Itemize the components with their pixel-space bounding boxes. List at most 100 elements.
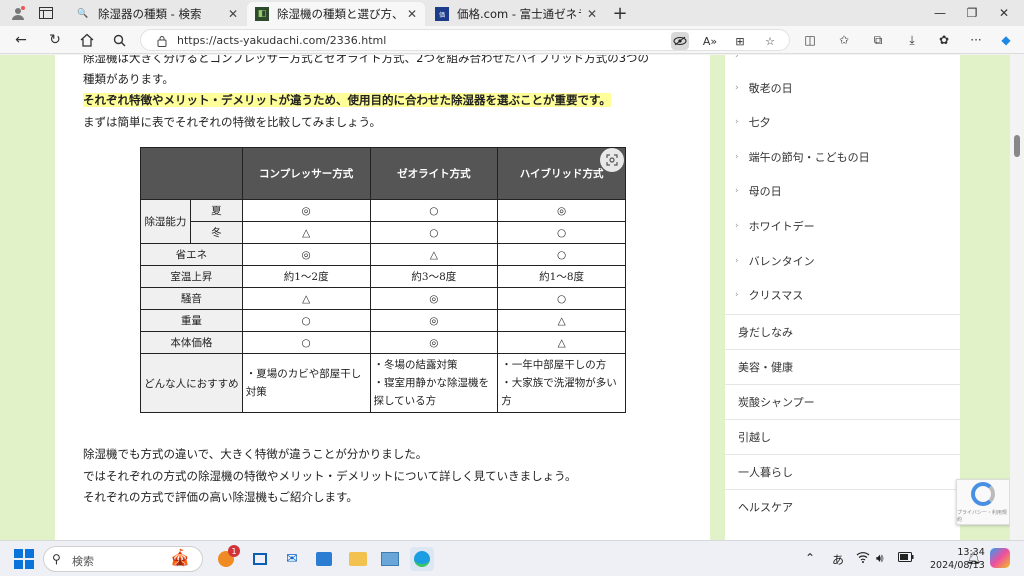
new-tab-icon[interactable]: + xyxy=(610,3,630,24)
store-icon[interactable] xyxy=(312,547,336,571)
row-label: 室温上昇 xyxy=(140,265,243,288)
notification-badge: 1 xyxy=(228,545,240,557)
sidebar-sub-item[interactable]: › クリスマス xyxy=(735,278,950,312)
sidebar-sub-item[interactable]: › 七夕 xyxy=(735,105,950,139)
sidebar-sub-label[interactable]: ホワイトデー xyxy=(749,218,815,234)
sidebar-category[interactable]: 引越し xyxy=(725,419,960,454)
table-row: 本体価格 ○ ◎ △ xyxy=(140,331,626,354)
edge-icon[interactable] xyxy=(410,547,434,571)
table-cell: ◎ xyxy=(497,199,626,222)
table-cell: △ xyxy=(369,243,499,266)
sidebar-sub-label[interactable]: 七夕 xyxy=(749,114,771,130)
recaptcha-caption: プライバシー・利用規約 xyxy=(957,509,1007,523)
sidebar-sub-item[interactable]: › ホワイトデー xyxy=(735,209,950,243)
file-explorer-icon[interactable] xyxy=(346,547,370,571)
sidebar-sub-label[interactable]: バレンタイン xyxy=(749,253,815,269)
extensions-icon[interactable]: ✿ xyxy=(934,30,954,50)
close-icon[interactable]: ✕ xyxy=(587,7,597,21)
tracking-prevention-icon[interactable] xyxy=(671,32,689,50)
row-label: 省エネ xyxy=(140,243,243,266)
chevron-right-icon: › xyxy=(735,83,739,93)
app-available-icon[interactable]: ⊞ xyxy=(731,32,749,50)
refresh-icon[interactable]: ↻ xyxy=(44,30,66,50)
row-label-winter: 冬 xyxy=(189,221,243,244)
row-label-dehumidify: 除湿能力 xyxy=(140,199,191,244)
copilot-icon[interactable]: ◆ xyxy=(996,30,1016,50)
url-field[interactable]: https://acts-yakudachi.com/2336.html A» … xyxy=(140,29,790,51)
recommend-line: 探している方 xyxy=(373,395,437,407)
restore-icon[interactable]: ❐ xyxy=(958,4,986,22)
scrollbar-thumb[interactable] xyxy=(1014,135,1020,157)
window-close-icon[interactable]: ✕ xyxy=(990,4,1018,22)
chevron-right-icon: › xyxy=(735,186,739,196)
table-cell: ◎ xyxy=(369,287,499,310)
recaptcha-badge[interactable]: プライバシー・利用規約 xyxy=(956,479,1010,525)
sidebar-sub-item[interactable]: › 端午の節句・こどもの日 xyxy=(735,140,950,174)
tab-actions-icon[interactable] xyxy=(36,4,56,22)
article-content: 除湿機は大きく分けるとコンプレッサー方式とゼオライト方式、2つを組み合わせたハイ… xyxy=(55,55,710,540)
menu-icon[interactable]: ··· xyxy=(966,30,986,50)
home-icon[interactable] xyxy=(76,30,98,50)
search-icon: ⚲ xyxy=(52,552,61,566)
sidebar-category[interactable]: 炭酸シャンプー xyxy=(725,384,960,419)
minimize-icon[interactable]: — xyxy=(926,4,954,22)
profile-icon[interactable] xyxy=(8,4,28,22)
wifi-icon[interactable] xyxy=(856,551,870,566)
widgets-icon[interactable]: 1 xyxy=(214,545,240,571)
volume-icon[interactable]: 🔊︎ xyxy=(876,551,884,566)
chevron-right-icon: › xyxy=(735,221,739,231)
search-icon[interactable] xyxy=(108,30,130,50)
show-hidden-icons[interactable]: ⌃ xyxy=(805,551,815,565)
table-cell: ○ xyxy=(497,221,626,244)
url-text[interactable]: https://acts-yakudachi.com/2336.html xyxy=(177,34,386,47)
taskbar-search-box[interactable]: ⚲ 検索 🎪 xyxy=(43,546,203,572)
search-highlight-icon: 🎪 xyxy=(170,548,190,567)
chevron-right-icon: › xyxy=(735,55,739,61)
windows-start-icon[interactable] xyxy=(14,549,34,569)
search-icon: 🔍 xyxy=(77,9,89,19)
split-screen-icon[interactable]: ◫ xyxy=(800,30,820,50)
task-view-icon[interactable] xyxy=(248,547,272,571)
sidebar-sub-label[interactable]: 端午の節句・こどもの日 xyxy=(749,149,870,165)
tab-title: 価格.com - 富士通ゼネラル ノクリア xyxy=(457,7,581,21)
notifications-bell-icon[interactable]: 🔔︎ xyxy=(966,551,981,565)
table-cell: ◎ xyxy=(369,309,499,332)
table-cell: ◎ xyxy=(241,243,371,266)
battery-icon[interactable] xyxy=(898,551,914,565)
scrollbar[interactable] xyxy=(1010,55,1024,540)
close-icon[interactable]: ✕ xyxy=(228,7,238,21)
ime-indicator[interactable]: あ xyxy=(832,551,844,568)
sidebar-category[interactable]: 一人暮らし xyxy=(725,454,960,489)
sidebar-category[interactable]: 身だしなみ xyxy=(725,314,960,349)
close-icon[interactable]: ✕ xyxy=(407,7,417,21)
sidebar-sub-label[interactable]: 母の日 xyxy=(749,183,782,199)
visual-search-icon[interactable] xyxy=(600,148,624,172)
favorite-star-icon[interactable]: ☆ xyxy=(761,32,779,50)
tab-article[interactable]: ◧ 除湿機の種類と選び方、種類別のメリット ✕ xyxy=(247,2,425,26)
table-row: 省エネ ◎ △ ○ xyxy=(140,243,626,266)
back-icon[interactable]: ← xyxy=(10,30,32,50)
collections-icon[interactable]: ⧉ xyxy=(868,30,888,50)
copilot-taskbar-icon[interactable] xyxy=(990,548,1010,568)
sidebar-sub-label[interactable]: クリスマス xyxy=(749,287,804,303)
sidebar-category[interactable]: ヘルスケア xyxy=(725,489,960,524)
sidebar-sub-item[interactable]: › 母の日 xyxy=(735,174,950,208)
mail-icon[interactable]: ✉ xyxy=(280,547,304,571)
lock-icon[interactable] xyxy=(153,32,171,50)
tab-kakaku[interactable]: 価 価格.com - 富士通ゼネラル ノクリア ✕ xyxy=(427,2,605,26)
comparison-table: コンプレッサー方式 ゼオライト方式 ハイブリッド方式 除湿能力 夏 ◎ ○ ◎ … xyxy=(140,147,626,413)
favorites-icon[interactable]: ✩ xyxy=(834,30,854,50)
row-label-recommend: どんな人におすすめ xyxy=(140,353,243,413)
tab-search[interactable]: 🔍 除湿器の種類 - 検索 ✕ xyxy=(68,2,246,26)
table-cell: ○ xyxy=(369,221,499,244)
sidebar-sub-item[interactable]: › 敬老の日 xyxy=(735,71,950,105)
sidebar-sub-label[interactable]: 敬老の日 xyxy=(749,80,793,96)
recommend-line: ・冬場の結露対策 xyxy=(373,359,458,371)
download-icon[interactable]: ⤓ xyxy=(902,30,922,50)
photos-icon[interactable] xyxy=(378,547,402,571)
sidebar-sub-item[interactable]: › バレンタイン xyxy=(735,244,950,278)
table-cell: ○ xyxy=(497,243,626,266)
tab-title: 除湿機の種類と選び方、種類別のメリット xyxy=(277,7,401,21)
read-aloud-icon[interactable]: A» xyxy=(701,32,719,50)
sidebar-category[interactable]: 美容・健康 xyxy=(725,349,960,384)
